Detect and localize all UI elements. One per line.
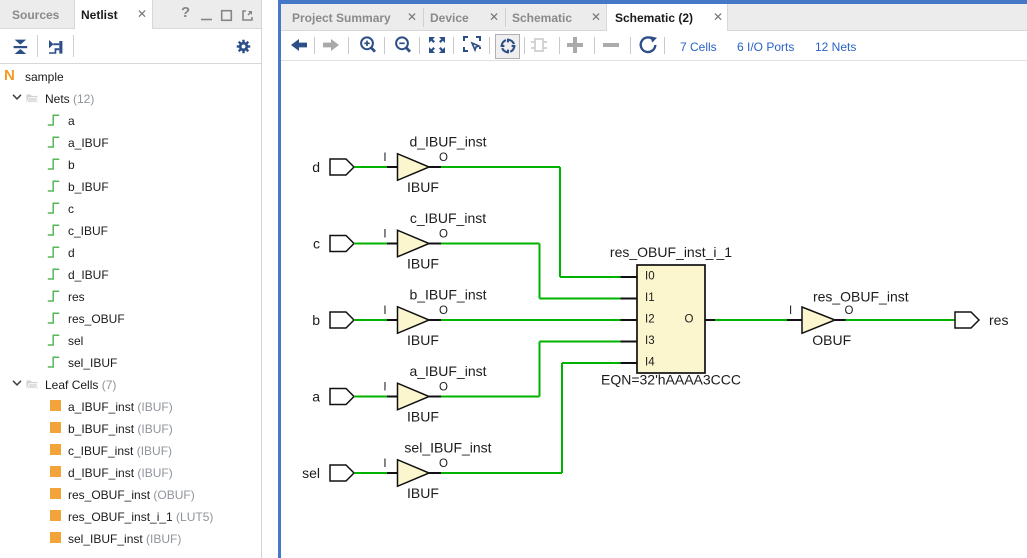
svg-text:O: O: [439, 229, 448, 241]
svg-text:IBUF: IBUF: [407, 485, 439, 501]
svg-text:IBUF: IBUF: [407, 256, 439, 272]
svg-text:IBUF: IBUF: [407, 332, 439, 348]
svg-text:a: a: [312, 389, 320, 405]
svg-text:I4: I4: [645, 357, 655, 369]
svg-text:OBUF: OBUF: [812, 332, 851, 348]
svg-text:b_IBUF_inst: b_IBUF_inst: [409, 287, 486, 303]
svg-text:I: I: [789, 305, 792, 317]
svg-text:c: c: [313, 236, 320, 252]
svg-text:d_IBUF_inst: d_IBUF_inst: [409, 134, 486, 150]
svg-text:I2: I2: [645, 314, 655, 326]
svg-text:res_OBUF_inst: res_OBUF_inst: [813, 288, 909, 304]
svg-text:I: I: [383, 458, 386, 470]
svg-text:res_OBUF_inst_i_1: res_OBUF_inst_i_1: [610, 244, 732, 260]
svg-text:I: I: [383, 152, 386, 164]
svg-text:I1: I1: [645, 292, 655, 304]
svg-text:I: I: [383, 229, 386, 241]
svg-text:O: O: [685, 314, 694, 326]
svg-text:I3: I3: [645, 335, 655, 347]
svg-text:c_IBUF_inst: c_IBUF_inst: [410, 210, 486, 226]
svg-text:b: b: [312, 312, 320, 328]
svg-text:O: O: [439, 152, 448, 164]
svg-text:O: O: [439, 458, 448, 470]
svg-text:I: I: [383, 305, 386, 317]
svg-text:a_IBUF_inst: a_IBUF_inst: [409, 363, 486, 379]
svg-text:res: res: [989, 312, 1008, 328]
svg-text:O: O: [845, 305, 854, 317]
svg-text:O: O: [439, 305, 448, 317]
svg-text:O: O: [439, 382, 448, 394]
svg-text:sel_IBUF_inst: sel_IBUF_inst: [404, 440, 491, 456]
svg-text:d: d: [312, 159, 320, 175]
svg-text:IBUF: IBUF: [407, 409, 439, 425]
svg-text:sel: sel: [302, 465, 320, 481]
svg-text:EQN=32'hAAAA3CCC: EQN=32'hAAAA3CCC: [601, 372, 741, 388]
svg-text:I: I: [383, 382, 386, 394]
svg-text:I0: I0: [645, 271, 655, 283]
svg-text:IBUF: IBUF: [407, 179, 439, 195]
